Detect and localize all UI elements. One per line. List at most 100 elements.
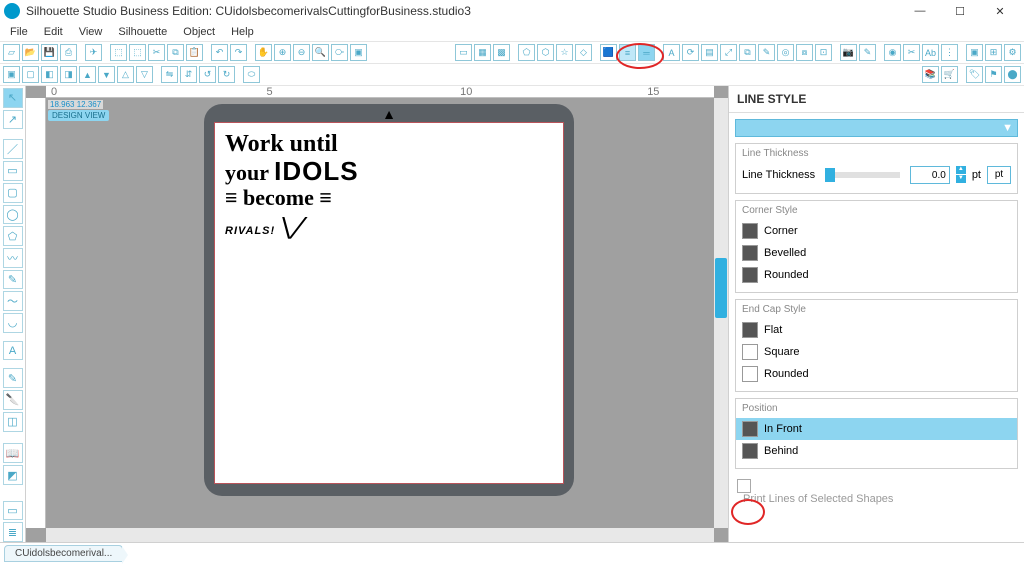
smooth-freehand-tool[interactable]: 〜 bbox=[3, 291, 23, 311]
back-button[interactable]: ▼ bbox=[98, 66, 115, 83]
copy-button[interactable]: ⧉ bbox=[167, 44, 184, 61]
menu-edit[interactable]: Edit bbox=[36, 24, 71, 40]
shapes-tool[interactable]: ◩ bbox=[3, 465, 23, 485]
print-button[interactable]: ⎙ bbox=[60, 44, 77, 61]
pixscan-button[interactable]: 📷 bbox=[840, 44, 857, 61]
menu-file[interactable]: File bbox=[2, 24, 36, 40]
cut-style-button[interactable]: ✂ bbox=[903, 44, 920, 61]
ellipse-tool[interactable]: ◯ bbox=[3, 205, 23, 225]
hexagon-button[interactable]: ⬡ bbox=[537, 44, 554, 61]
corner-opt-corner[interactable]: Corner bbox=[742, 220, 1011, 242]
align-button[interactable]: ▤ bbox=[701, 44, 718, 61]
compound-button[interactable]: ◧ bbox=[41, 66, 58, 83]
text-tool[interactable]: A bbox=[3, 341, 23, 361]
canvas-scrollbar-v[interactable] bbox=[714, 98, 728, 528]
reg-button[interactable]: ▩ bbox=[493, 44, 510, 61]
unit-button[interactable]: pt bbox=[987, 166, 1011, 184]
star-button[interactable]: ☆ bbox=[556, 44, 573, 61]
line-style-dropdown[interactable]: ▼ bbox=[735, 119, 1018, 137]
menu-silhouette[interactable]: Silhouette bbox=[110, 24, 175, 40]
menu-help[interactable]: Help bbox=[223, 24, 262, 40]
position-opt-front[interactable]: In Front bbox=[736, 418, 1017, 440]
endcap-opt-rounded[interactable]: Rounded bbox=[742, 363, 1011, 385]
diamond-button[interactable]: ◇ bbox=[575, 44, 592, 61]
weld-button[interactable]: ⬭ bbox=[243, 66, 260, 83]
forward-button[interactable]: △ bbox=[117, 66, 134, 83]
fit-page-button[interactable]: ▣ bbox=[350, 44, 367, 61]
flag-button[interactable]: ⚑ bbox=[985, 66, 1002, 83]
file-tab[interactable]: CUidolsbecomerival... bbox=[4, 545, 123, 562]
new-button[interactable]: ▱ bbox=[3, 44, 20, 61]
menu-view[interactable]: View bbox=[71, 24, 111, 40]
layers-tool[interactable]: ≣ bbox=[3, 522, 23, 542]
open-button[interactable]: 📂 bbox=[22, 44, 39, 61]
group-button[interactable]: ▣ bbox=[3, 66, 20, 83]
store-button[interactable]: ⊞ bbox=[985, 44, 1002, 61]
rhinestone-button[interactable]: ◉ bbox=[884, 44, 901, 61]
zoom-in-button[interactable]: ⊕ bbox=[274, 44, 291, 61]
scale-button[interactable]: ⤢ bbox=[720, 44, 737, 61]
ungroup-button[interactable]: ▢ bbox=[22, 66, 39, 83]
save-button[interactable]: 💾 bbox=[41, 44, 58, 61]
rect-tool[interactable]: ▭ bbox=[3, 161, 23, 181]
text-style-button[interactable]: A bbox=[663, 44, 680, 61]
stipple-button[interactable]: ⋮ bbox=[941, 44, 958, 61]
close-button[interactable]: ✕ bbox=[980, 0, 1020, 22]
zoom-drag-button[interactable]: ⧂ bbox=[331, 44, 348, 61]
artwork-text[interactable]: Work until your IDOLS ≡ become ≡ RIVALS!… bbox=[225, 131, 359, 241]
design-store-button[interactable]: 🛒 bbox=[941, 66, 958, 83]
line-style-button[interactable]: ≡ bbox=[619, 44, 636, 61]
thickness-input[interactable] bbox=[910, 166, 950, 184]
maximize-button[interactable]: ☐ bbox=[940, 0, 980, 22]
send-button[interactable]: ✈ bbox=[85, 44, 102, 61]
endcap-opt-flat[interactable]: Flat bbox=[742, 319, 1011, 341]
edit-points-tool[interactable]: ↗ bbox=[3, 110, 23, 130]
page-tool[interactable]: ▭ bbox=[3, 501, 23, 521]
release-button[interactable]: ◨ bbox=[60, 66, 77, 83]
pentagon-button[interactable]: ⬠ bbox=[518, 44, 535, 61]
arc-tool[interactable]: ◡ bbox=[3, 313, 23, 333]
position-opt-behind[interactable]: Behind bbox=[742, 440, 1011, 462]
freehand-tool[interactable]: ✎ bbox=[3, 270, 23, 290]
library-button[interactable]: ▣ bbox=[966, 44, 983, 61]
undo-button[interactable]: ↶ bbox=[211, 44, 228, 61]
modify-button[interactable]: ✎ bbox=[758, 44, 775, 61]
prefs-button[interactable]: ⚙ bbox=[1004, 44, 1021, 61]
select-all-button[interactable]: ⬚ bbox=[110, 44, 127, 61]
minimize-button[interactable]: — bbox=[900, 0, 940, 22]
mirror-v-button[interactable]: ⇵ bbox=[180, 66, 197, 83]
thickness-slider[interactable] bbox=[825, 172, 900, 178]
eraser-tool[interactable]: ◫ bbox=[3, 412, 23, 432]
tag-button[interactable]: 🏷 bbox=[966, 66, 983, 83]
transform-rotate-button[interactable]: ⟳ bbox=[682, 44, 699, 61]
round-rect-tool[interactable]: ▢ bbox=[3, 183, 23, 203]
zoom-out-button[interactable]: ⊖ bbox=[293, 44, 310, 61]
canvas-area[interactable]: 0 5 10 15 18.963 12.367 DESIGN VIEW ▲ Wo… bbox=[26, 86, 728, 542]
menu-object[interactable]: Object bbox=[175, 24, 223, 40]
offset-button[interactable]: ◎ bbox=[777, 44, 794, 61]
nesting-button[interactable]: ⊡ bbox=[815, 44, 832, 61]
sketch-button[interactable]: ✎ bbox=[859, 44, 876, 61]
corner-opt-bevelled[interactable]: Bevelled bbox=[742, 242, 1011, 264]
paste-button[interactable]: 📋 bbox=[186, 44, 203, 61]
design-page[interactable]: Work until your IDOLS ≡ become ≡ RIVALS!… bbox=[214, 122, 564, 484]
print-lines-row[interactable]: Print Lines of Selected Shapes bbox=[735, 475, 1018, 509]
open-lib-button[interactable]: 📚 bbox=[922, 66, 939, 83]
endcap-opt-square[interactable]: Square bbox=[742, 341, 1011, 363]
library-tool[interactable]: 📖 bbox=[3, 443, 23, 463]
grid-button[interactable]: ▦ bbox=[474, 44, 491, 61]
redo-button[interactable]: ↷ bbox=[230, 44, 247, 61]
deselect-button[interactable]: ⬚ bbox=[129, 44, 146, 61]
backward-button[interactable]: ▽ bbox=[136, 66, 153, 83]
canvas-scrollbar-h[interactable] bbox=[46, 528, 714, 542]
emboss-button[interactable]: Ab bbox=[922, 44, 939, 61]
rotate-r-button[interactable]: ↻ bbox=[218, 66, 235, 83]
mirror-h-button[interactable]: ⇋ bbox=[161, 66, 178, 83]
print-lines-checkbox[interactable] bbox=[737, 479, 751, 493]
color-button[interactable]: ⬤ bbox=[1004, 66, 1021, 83]
thickness-spinner[interactable]: ▲▼ bbox=[956, 166, 966, 184]
front-button[interactable]: ▲ bbox=[79, 66, 96, 83]
select-tool[interactable]: ↖ bbox=[3, 88, 23, 108]
trace-button[interactable]: ⧇ bbox=[796, 44, 813, 61]
pan-button[interactable]: ✋ bbox=[255, 44, 272, 61]
